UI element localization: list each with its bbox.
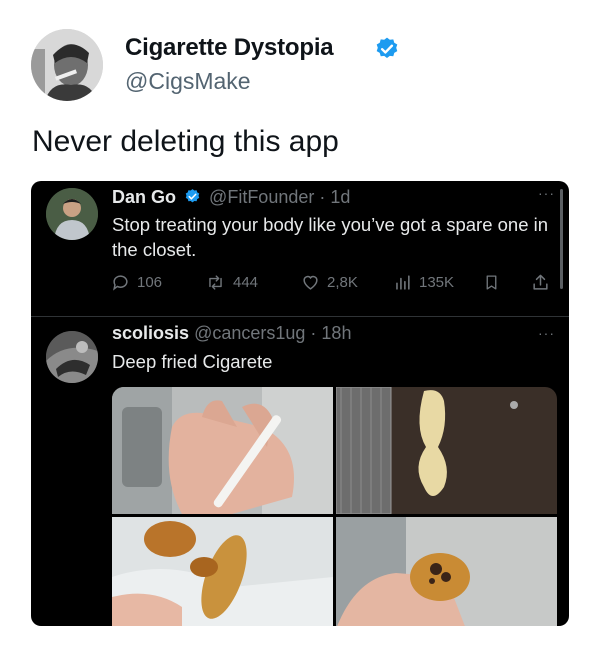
embedded-post-2-time[interactable]: · 18h <box>310 323 351 343</box>
embedded-post-1-name[interactable]: Dan Go <box>112 187 176 207</box>
media-photo-1[interactable] <box>112 387 333 514</box>
media-photo-3[interactable] <box>112 517 333 626</box>
embedded-post-1-header: Dan Go @FitFounder · 1d <box>112 187 350 208</box>
post-divider <box>31 316 569 317</box>
repost-count: 444 <box>233 273 259 291</box>
media-photo-2[interactable] <box>336 387 557 514</box>
more-options-icon[interactable]: ··· <box>538 185 555 201</box>
share-button[interactable] <box>531 271 557 293</box>
more-options-icon[interactable]: ··· <box>538 325 555 341</box>
embedded-post-2-name[interactable]: scoliosis <box>112 323 189 343</box>
embedded-post-1-text: Stop treating your body like you’ve got … <box>112 214 549 260</box>
outer-author-avatar[interactable] <box>31 29 103 101</box>
reply-icon <box>113 274 128 291</box>
share-icon <box>533 274 548 290</box>
embedded-post-1-time[interactable]: · 1d <box>319 187 350 207</box>
outer-post-text: Never deleting this app <box>32 125 339 158</box>
views-button[interactable]: 135K <box>393 271 454 293</box>
media-photo-4[interactable] <box>336 517 557 626</box>
outer-author-handle[interactable]: @CigsMake <box>125 68 251 95</box>
embedded-post-1-handle[interactable]: @FitFounder <box>209 187 314 207</box>
like-count: 2,8K <box>327 273 358 291</box>
reply-button[interactable]: 106 <box>111 271 162 293</box>
reply-count: 106 <box>137 273 163 291</box>
views-count: 135K <box>419 273 455 291</box>
verified-badge-icon <box>185 189 200 203</box>
repost-icon <box>209 274 222 290</box>
embedded-screenshot: Dan Go @FitFounder · 1d ··· Stop treatin… <box>31 181 569 626</box>
embedded-post-2-avatar[interactable] <box>46 331 98 383</box>
like-icon <box>303 275 318 290</box>
bookmark-button[interactable] <box>483 271 507 293</box>
views-icon <box>396 274 410 290</box>
embedded-post-1-avatar[interactable] <box>46 188 98 240</box>
scrollbar[interactable] <box>560 189 563 289</box>
media-grid <box>112 387 557 626</box>
verified-badge-icon <box>374 36 400 62</box>
repost-button[interactable]: 444 <box>205 271 258 293</box>
bookmark-icon <box>486 274 497 290</box>
embedded-post-2-header: scoliosis @cancers1ug · 18h <box>112 323 351 344</box>
embedded-post-2-text: Deep fried Cigarete <box>112 351 273 372</box>
outer-author-name[interactable]: Cigarette Dystopia <box>125 34 334 62</box>
like-button[interactable]: 2,8K <box>301 271 358 293</box>
embedded-post-2-handle[interactable]: @cancers1ug <box>194 323 305 343</box>
